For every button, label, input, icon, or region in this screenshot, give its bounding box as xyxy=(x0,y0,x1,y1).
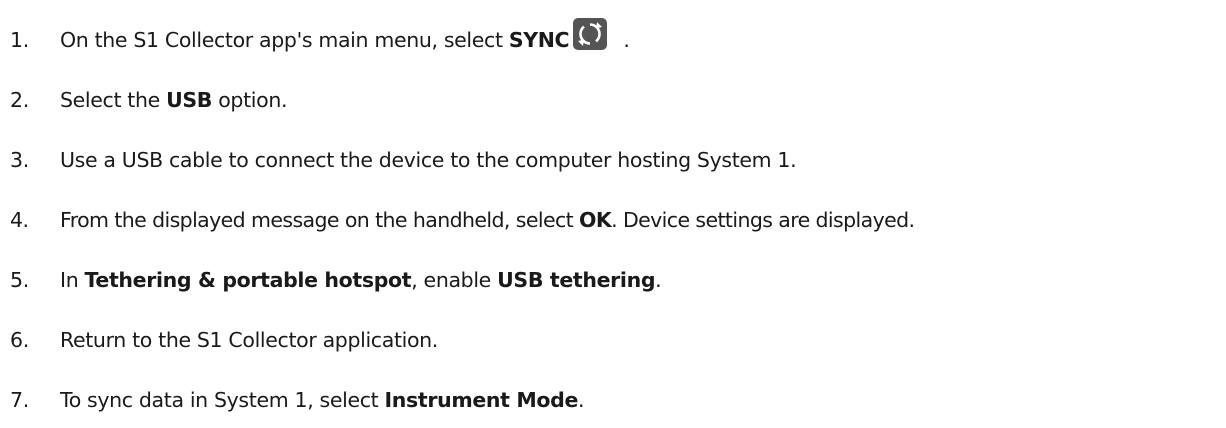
step-2: 2. Select the USB option. xyxy=(0,80,287,120)
instrument-mode-keyword: Instrument Mode xyxy=(384,388,579,412)
step-text: Use a USB cable to connect the device to… xyxy=(60,148,797,172)
step-3: 3. Use a USB cable to connect the device… xyxy=(0,140,797,180)
step-number: 1. xyxy=(10,28,29,52)
step-1: 1. On the S1 Collector app's main menu, … xyxy=(0,18,630,60)
step-6: 6. Return to the S1 Collector applicatio… xyxy=(0,320,438,360)
step-4: 4. From the displayed message on the han… xyxy=(0,200,915,240)
step-number: 3. xyxy=(10,148,29,172)
step-text-end: . xyxy=(578,388,585,412)
step-number: 2. xyxy=(10,88,29,112)
step-number: 5. xyxy=(10,268,29,292)
step-number: 7. xyxy=(10,388,29,412)
step-text: From the displayed message on the handhe… xyxy=(60,208,579,232)
step-text: To sync data in System 1, select xyxy=(60,388,385,412)
step-5: 5. In Tethering & portable hotspot , ena… xyxy=(0,260,662,300)
step-text: In xyxy=(60,268,85,292)
step-text-end: . xyxy=(655,268,662,292)
sync-keyword: SYNC xyxy=(508,28,570,52)
ok-keyword: OK xyxy=(579,208,612,232)
step-text-end: . Device settings are displayed. xyxy=(611,208,915,232)
tethering-hotspot-keyword: Tethering & portable hotspot xyxy=(84,268,412,292)
step-text-end: option. xyxy=(212,88,288,112)
sync-icon xyxy=(573,18,608,50)
step-7: 7. To sync data in System 1, select Inst… xyxy=(0,380,585,420)
step-text-middle: , enable xyxy=(411,268,498,292)
step-text: Return to the S1 Collector application. xyxy=(60,328,438,352)
usb-keyword: USB xyxy=(166,88,213,112)
usb-tethering-keyword: USB tethering xyxy=(497,268,656,292)
step-text: Select the xyxy=(60,88,167,112)
step-text-end: . xyxy=(617,28,630,52)
step-number: 6. xyxy=(10,328,29,352)
step-text: On the S1 Collector app's main menu, sel… xyxy=(60,28,509,52)
step-number: 4. xyxy=(10,208,29,232)
